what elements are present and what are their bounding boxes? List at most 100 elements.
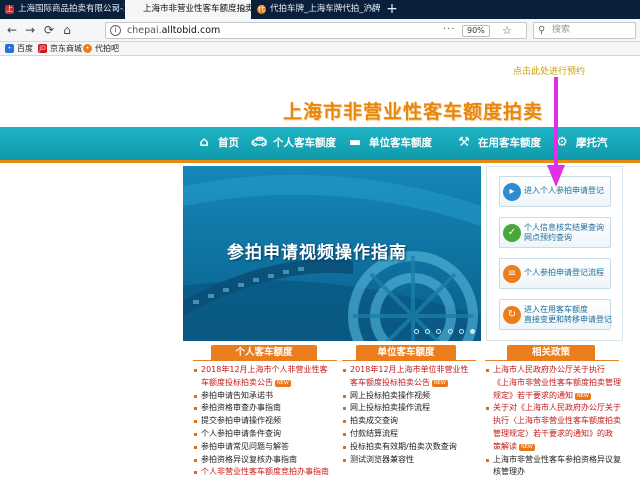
list-item[interactable]: 策解读 NEW	[485, 441, 621, 454]
link-label: 个人信息核实结果查询 网点预约查询	[524, 223, 604, 242]
quick-links-panel: ▸ 进入个人参拍申请登记 ✓ 个人信息核实结果查询 网点预约查询 ≡ 个人参拍申…	[486, 166, 623, 341]
refresh-icon: ↻	[503, 306, 521, 324]
daipai-logo-icon: •	[83, 44, 92, 53]
bus-icon: ▬	[348, 135, 362, 150]
carousel-dots	[411, 326, 475, 337]
search-placeholder: 搜索	[552, 25, 571, 35]
reload-icon[interactable]: ⟳	[42, 23, 56, 37]
list-item[interactable]: 规定》若干要求的通知 NEW	[485, 390, 621, 403]
link-label: 进入在用客车额度 直接变更和转移申请登记	[524, 305, 612, 324]
tab-plate-auction[interactable]: 上海市非营业性客车额度拍卖 ×	[125, 0, 251, 19]
close-icon[interactable]: ×	[112, 0, 120, 19]
bookmark-daipai[interactable]: • 代拍吧	[83, 42, 119, 56]
forward-arrow-icon[interactable]: →	[23, 23, 37, 37]
list-item[interactable]: 客车额度投标拍卖公告 NEW	[342, 377, 469, 390]
news-list: 2018年12月上海市个人非营业性客 车额度投标拍卖公告 NEW 参拍申请告知承诺…	[193, 364, 329, 479]
booking-hint: 点击此处进行预约	[513, 67, 586, 77]
link-label: 进入个人参拍申请登记	[524, 186, 604, 195]
carousel-dot[interactable]	[447, 329, 453, 334]
bookmark-star-icon[interactable]: ☆	[502, 23, 512, 38]
bookmark-baidu[interactable]: • 百度	[5, 42, 33, 56]
zoom-level[interactable]: 90%	[462, 25, 490, 37]
list-item[interactable]: 提交参拍申请操作视频	[193, 415, 329, 428]
list-item[interactable]: 参拍申请告知承诺书	[193, 390, 329, 403]
list-item[interactable]: 2018年12月上海市单位非营业性	[342, 364, 469, 377]
back-arrow-icon[interactable]: ←	[5, 23, 19, 37]
nav-personal-quota[interactable]: 🚗︎ 个人客车额度	[249, 127, 336, 160]
car-icon: 🚗︎	[250, 135, 268, 150]
bookmark-jd[interactable]: JD 京东商城	[38, 42, 82, 56]
carousel-dot-active[interactable]	[470, 329, 475, 334]
info-verification-button[interactable]: ✓ 个人信息核实结果查询 网点预约查询	[499, 217, 611, 248]
list-item[interactable]: 关于对《上海市人民政府办公厅关于	[485, 402, 621, 415]
site-info-icon[interactable]: i	[110, 25, 121, 36]
list-item[interactable]: 投标拍卖有效期/拍卖次数查询	[342, 441, 469, 454]
registration-process-button[interactable]: ≡ 个人参拍申请登记流程	[499, 258, 611, 289]
pointer-arrow	[547, 77, 565, 187]
nav-divider	[0, 160, 640, 163]
search-input[interactable]: ⚲ 搜索	[533, 22, 636, 39]
list-item[interactable]: 参拍资格审查办事指南	[193, 402, 329, 415]
carousel-dot[interactable]	[425, 329, 431, 334]
bookmarks-bar: • 百度 JD 京东商城 • 代拍吧	[0, 42, 640, 56]
list-item[interactable]: 参拍资格异议复核办事指南	[193, 454, 329, 467]
list-item[interactable]: 测试浏览器兼容性	[342, 454, 469, 467]
list-item[interactable]: 付款结算流程	[342, 428, 469, 441]
list-item[interactable]: 拍卖成交查询	[342, 415, 469, 428]
carousel-dot[interactable]	[414, 329, 420, 334]
address-bar[interactable]: i chepai.alltobid.com ··· 90% ☆	[105, 22, 527, 39]
tab-auction-company[interactable]: 上 上海国际商品拍卖有限公司-联 ×	[0, 0, 124, 19]
home-icon[interactable]: ⌂	[60, 23, 74, 37]
site-favicon-icon: 上	[5, 5, 14, 14]
carousel-dot[interactable]	[458, 329, 464, 334]
tab-title: 上海市非营业性客车额度拍卖	[143, 4, 251, 14]
person-icon: ▸	[503, 183, 521, 201]
section-title: 相关政策	[507, 345, 595, 361]
list-item[interactable]: 参拍申请常见问题与解答	[193, 441, 329, 454]
tab-proxy-bidding[interactable]: 代 代拍车牌_上海车牌代拍_沪牌| ×	[252, 0, 380, 19]
page-actions-icon[interactable]: ···	[443, 23, 456, 36]
nav-home[interactable]: ⌂ 首页	[194, 127, 239, 160]
list-item[interactable]: 核管理办	[485, 466, 621, 479]
list-item[interactable]: 个人参拍申请条件查询	[193, 428, 329, 441]
list-item[interactable]: 上海市非营业性客车参拍资格异议复	[485, 454, 621, 467]
close-icon[interactable]: ×	[239, 0, 247, 19]
tab-title: 代拍车牌_上海车牌代拍_沪牌|	[270, 4, 380, 14]
flow-icon: ≡	[503, 265, 521, 283]
nav-in-use-quota[interactable]: ⚒ 在用客车额度	[454, 127, 541, 160]
list-item[interactable]: 车额度投标拍卖公告 NEW	[193, 377, 329, 390]
video-guide-banner[interactable]: 参拍申请视频操作指南	[183, 166, 481, 341]
news-list: 上海市人民政府办公厅关于执行 《上海市非营业性客车额度拍卖管理 规定》若干要求的…	[485, 364, 621, 479]
site-favicon-icon: 代	[257, 5, 266, 14]
nav-company-quota[interactable]: ▬ 单位客车额度	[345, 127, 432, 160]
section-title: 单位客车额度	[356, 345, 456, 361]
list-item[interactable]: 网上投标拍卖操作流程	[342, 402, 469, 415]
site-title: 上海市非营业性客车额度拍卖	[283, 101, 544, 123]
new-badge: NEW	[432, 379, 448, 387]
new-badge: NEW	[275, 379, 291, 387]
close-icon[interactable]: ×	[368, 0, 376, 19]
link-label: 个人参拍申请登记流程	[524, 268, 604, 277]
navigation-bar: ← → ⟳ ⌂ i chepai.alltobid.com ··· 90% ☆ …	[0, 19, 640, 42]
list-item[interactable]: 管理规定〉若干要求的通知》的政	[485, 428, 621, 441]
in-use-transfer-button[interactable]: ↻ 进入在用客车额度 直接变更和转移申请登记	[499, 299, 612, 330]
tab-strip: 上 上海国际商品拍卖有限公司-联 × 上海市非营业性客车额度拍卖 × 代 代拍车…	[0, 0, 640, 19]
jd-logo-icon: JD	[38, 44, 47, 53]
gavel-icon: ⚒	[458, 135, 470, 150]
news-list: 2018年12月上海市单位非营业性 客车额度投标拍卖公告 NEW 网上投标拍卖操作…	[342, 364, 469, 466]
carousel-dot[interactable]	[436, 329, 442, 334]
tab-title: 上海国际商品拍卖有限公司-联	[18, 4, 124, 14]
new-tab-button[interactable]: +	[385, 0, 399, 19]
main-navigation: ⌂ 首页 🚗︎ 个人客车额度 ▬ 单位客车额度 ⚒ 在用客车额度 ⚙ 摩托汽	[0, 127, 640, 163]
house-icon: ⌂	[199, 135, 209, 150]
banner-title: 参拍申请视频操作指南	[227, 243, 407, 263]
list-item[interactable]: 执行〈上海市非营业性客车额度拍卖	[485, 415, 621, 428]
list-item[interactable]: 《上海市非营业性客车额度拍卖管理	[485, 377, 621, 390]
baidu-paw-icon: •	[5, 44, 14, 53]
new-badge: NEW	[519, 443, 535, 451]
list-item[interactable]: 上海市人民政府办公厅关于执行	[485, 364, 621, 377]
list-item[interactable]: 个人非营业性客车额度竞拍办事指南	[193, 466, 329, 479]
search-icon: ⚲	[538, 25, 546, 36]
list-item[interactable]: 2018年12月上海市个人非营业性客	[193, 364, 329, 377]
list-item[interactable]: 网上投标拍卖操作视频	[342, 390, 469, 403]
